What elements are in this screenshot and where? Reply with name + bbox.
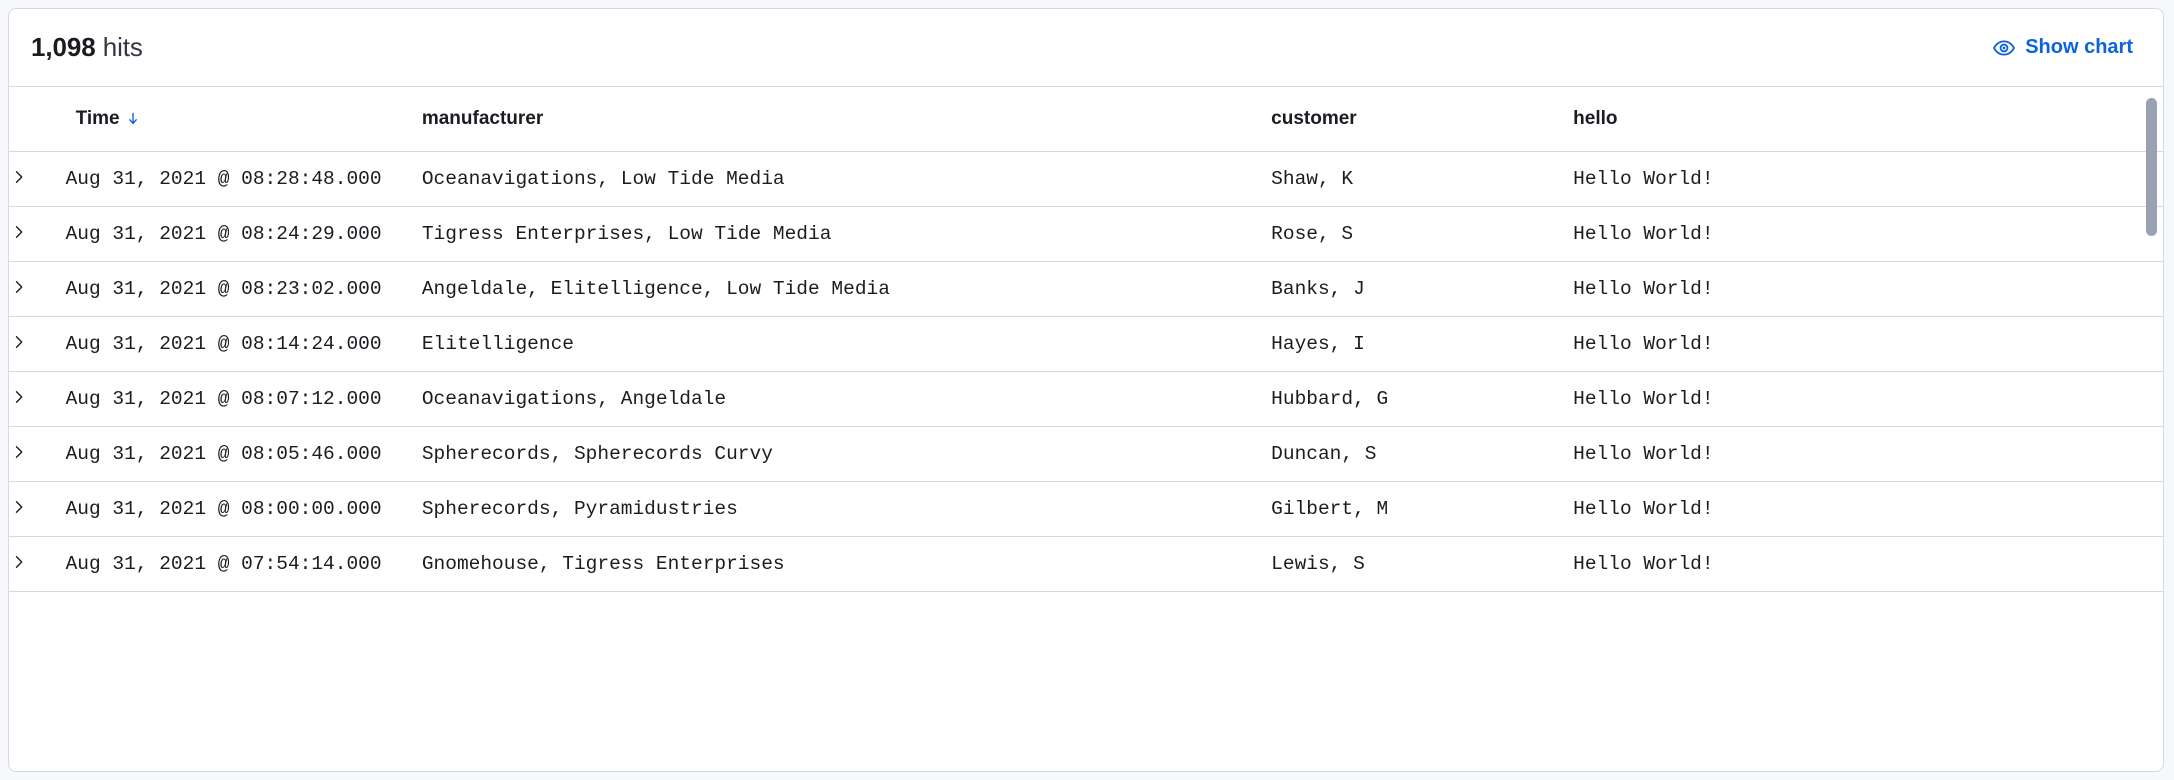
documents-table-container: Time manufacturer customer hello Aug 31,… [9,86,2163,771]
cell-manufacturer: Tigress Enterprises, Low Tide Media [421,206,1272,262]
expand-row-cell[interactable] [9,371,66,427]
show-chart-label: Show chart [2025,36,2133,58]
expand-row-cell[interactable] [9,426,66,482]
cell-manufacturer: Oceanavigations, Angeldale [421,371,1272,427]
cell-customer: Hubbard, G [1271,371,1574,427]
expand-row-cell[interactable] [9,316,66,372]
cell-customer: Duncan, S [1271,426,1574,482]
cell-customer: Rose, S [1271,206,1574,262]
cell-hello: Hello World! [1573,316,2163,372]
cell-hello: Hello World! [1573,481,2163,537]
table-row[interactable]: Aug 31, 2021 @ 08:00:00.000 Spherecords,… [9,481,2163,537]
column-header-customer[interactable]: customer [1271,86,1574,152]
cell-time: Aug 31, 2021 @ 08:23:02.000 [65,261,422,317]
vertical-scrollbar-track[interactable] [2143,86,2159,771]
cell-time: Aug 31, 2021 @ 07:54:14.000 [65,536,422,592]
cell-time: Aug 31, 2021 @ 08:14:24.000 [65,316,422,372]
eye-icon [1993,37,2016,59]
cell-customer: Banks, J [1271,261,1574,317]
chevron-right-icon[interactable] [9,277,29,297]
results-header: 1,098 hits Show chart [9,9,2163,86]
table-row[interactable]: Aug 31, 2021 @ 08:23:02.000 Angeldale, E… [9,261,2163,317]
cell-hello: Hello World! [1573,261,2163,317]
table-row[interactable]: Aug 31, 2021 @ 08:05:46.000 Spherecords,… [9,426,2163,482]
cell-hello: Hello World! [1573,151,2163,207]
chevron-right-icon[interactable] [9,167,29,187]
cell-manufacturer: Spherecords, Pyramidustries [421,481,1272,537]
show-chart-button[interactable]: Show chart [1993,36,2137,59]
table-row[interactable]: Aug 31, 2021 @ 08:14:24.000 Elitelligenc… [9,316,2163,372]
column-header-manufacturer-label: manufacturer [421,108,544,129]
cell-customer: Shaw, K [1271,151,1574,207]
hits-word: hits [102,32,143,62]
expand-row-cell[interactable] [9,536,66,592]
cell-manufacturer: Gnomehouse, Tigress Enterprises [421,536,1272,592]
documents-table: Time manufacturer customer hello Aug 31,… [9,86,2163,592]
expand-column-header [9,86,66,152]
column-header-customer-label: customer [1271,108,1357,129]
cell-hello: Hello World! [1573,426,2163,482]
expand-row-cell[interactable] [9,206,66,262]
chevron-right-icon[interactable] [9,222,29,242]
cell-hello: Hello World! [1573,206,2163,262]
hits-count: 1,098 [31,32,96,62]
table-row[interactable]: Aug 31, 2021 @ 08:07:12.000 Oceanavigati… [9,371,2163,427]
cell-time: Aug 31, 2021 @ 08:00:00.000 [65,481,422,537]
cell-time: Aug 31, 2021 @ 08:07:12.000 [65,371,422,427]
cell-customer: Lewis, S [1271,536,1574,592]
cell-manufacturer: Oceanavigations, Low Tide Media [421,151,1272,207]
expand-row-cell[interactable] [9,151,66,207]
chevron-right-icon[interactable] [9,332,29,352]
cell-hello: Hello World! [1573,371,2163,427]
cell-customer: Gilbert, M [1271,481,1574,537]
vertical-scrollbar-thumb[interactable] [2146,98,2157,236]
cell-time: Aug 31, 2021 @ 08:28:48.000 [65,151,422,207]
search-results-panel: 1,098 hits Show chart Time manufacturer … [8,8,2164,772]
expand-row-cell[interactable] [9,261,66,317]
table-row[interactable]: Aug 31, 2021 @ 07:54:14.000 Gnomehouse, … [9,536,2163,592]
cell-time: Aug 31, 2021 @ 08:24:29.000 [65,206,422,262]
cell-manufacturer: Angeldale, Elitelligence, Low Tide Media [421,261,1272,317]
cell-customer: Hayes, I [1271,316,1574,372]
table-row[interactable]: Aug 31, 2021 @ 08:24:29.000 Tigress Ente… [9,206,2163,262]
table-header-row: Time manufacturer customer hello [9,86,2163,152]
cell-manufacturer: Elitelligence [421,316,1272,372]
chevron-right-icon[interactable] [9,497,29,517]
cell-time: Aug 31, 2021 @ 08:05:46.000 [65,426,422,482]
hits-summary: 1,098 hits [31,32,143,63]
column-header-time[interactable]: Time [65,86,422,152]
column-header-hello[interactable]: hello [1573,86,2163,152]
column-header-time-label: Time [75,108,120,129]
chevron-right-icon[interactable] [9,442,29,462]
cell-manufacturer: Spherecords, Spherecords Curvy [421,426,1272,482]
expand-row-cell[interactable] [9,481,66,537]
chevron-right-icon[interactable] [9,387,29,407]
table-body: Aug 31, 2021 @ 08:28:48.000 Oceanavigati… [9,151,2163,592]
cell-hello: Hello World! [1573,536,2163,592]
column-header-hello-label: hello [1573,108,1618,129]
column-header-manufacturer[interactable]: manufacturer [421,86,1272,152]
arrow-down-icon[interactable] [125,111,141,127]
table-row[interactable]: Aug 31, 2021 @ 08:28:48.000 Oceanavigati… [9,151,2163,207]
chevron-right-icon[interactable] [9,552,29,572]
